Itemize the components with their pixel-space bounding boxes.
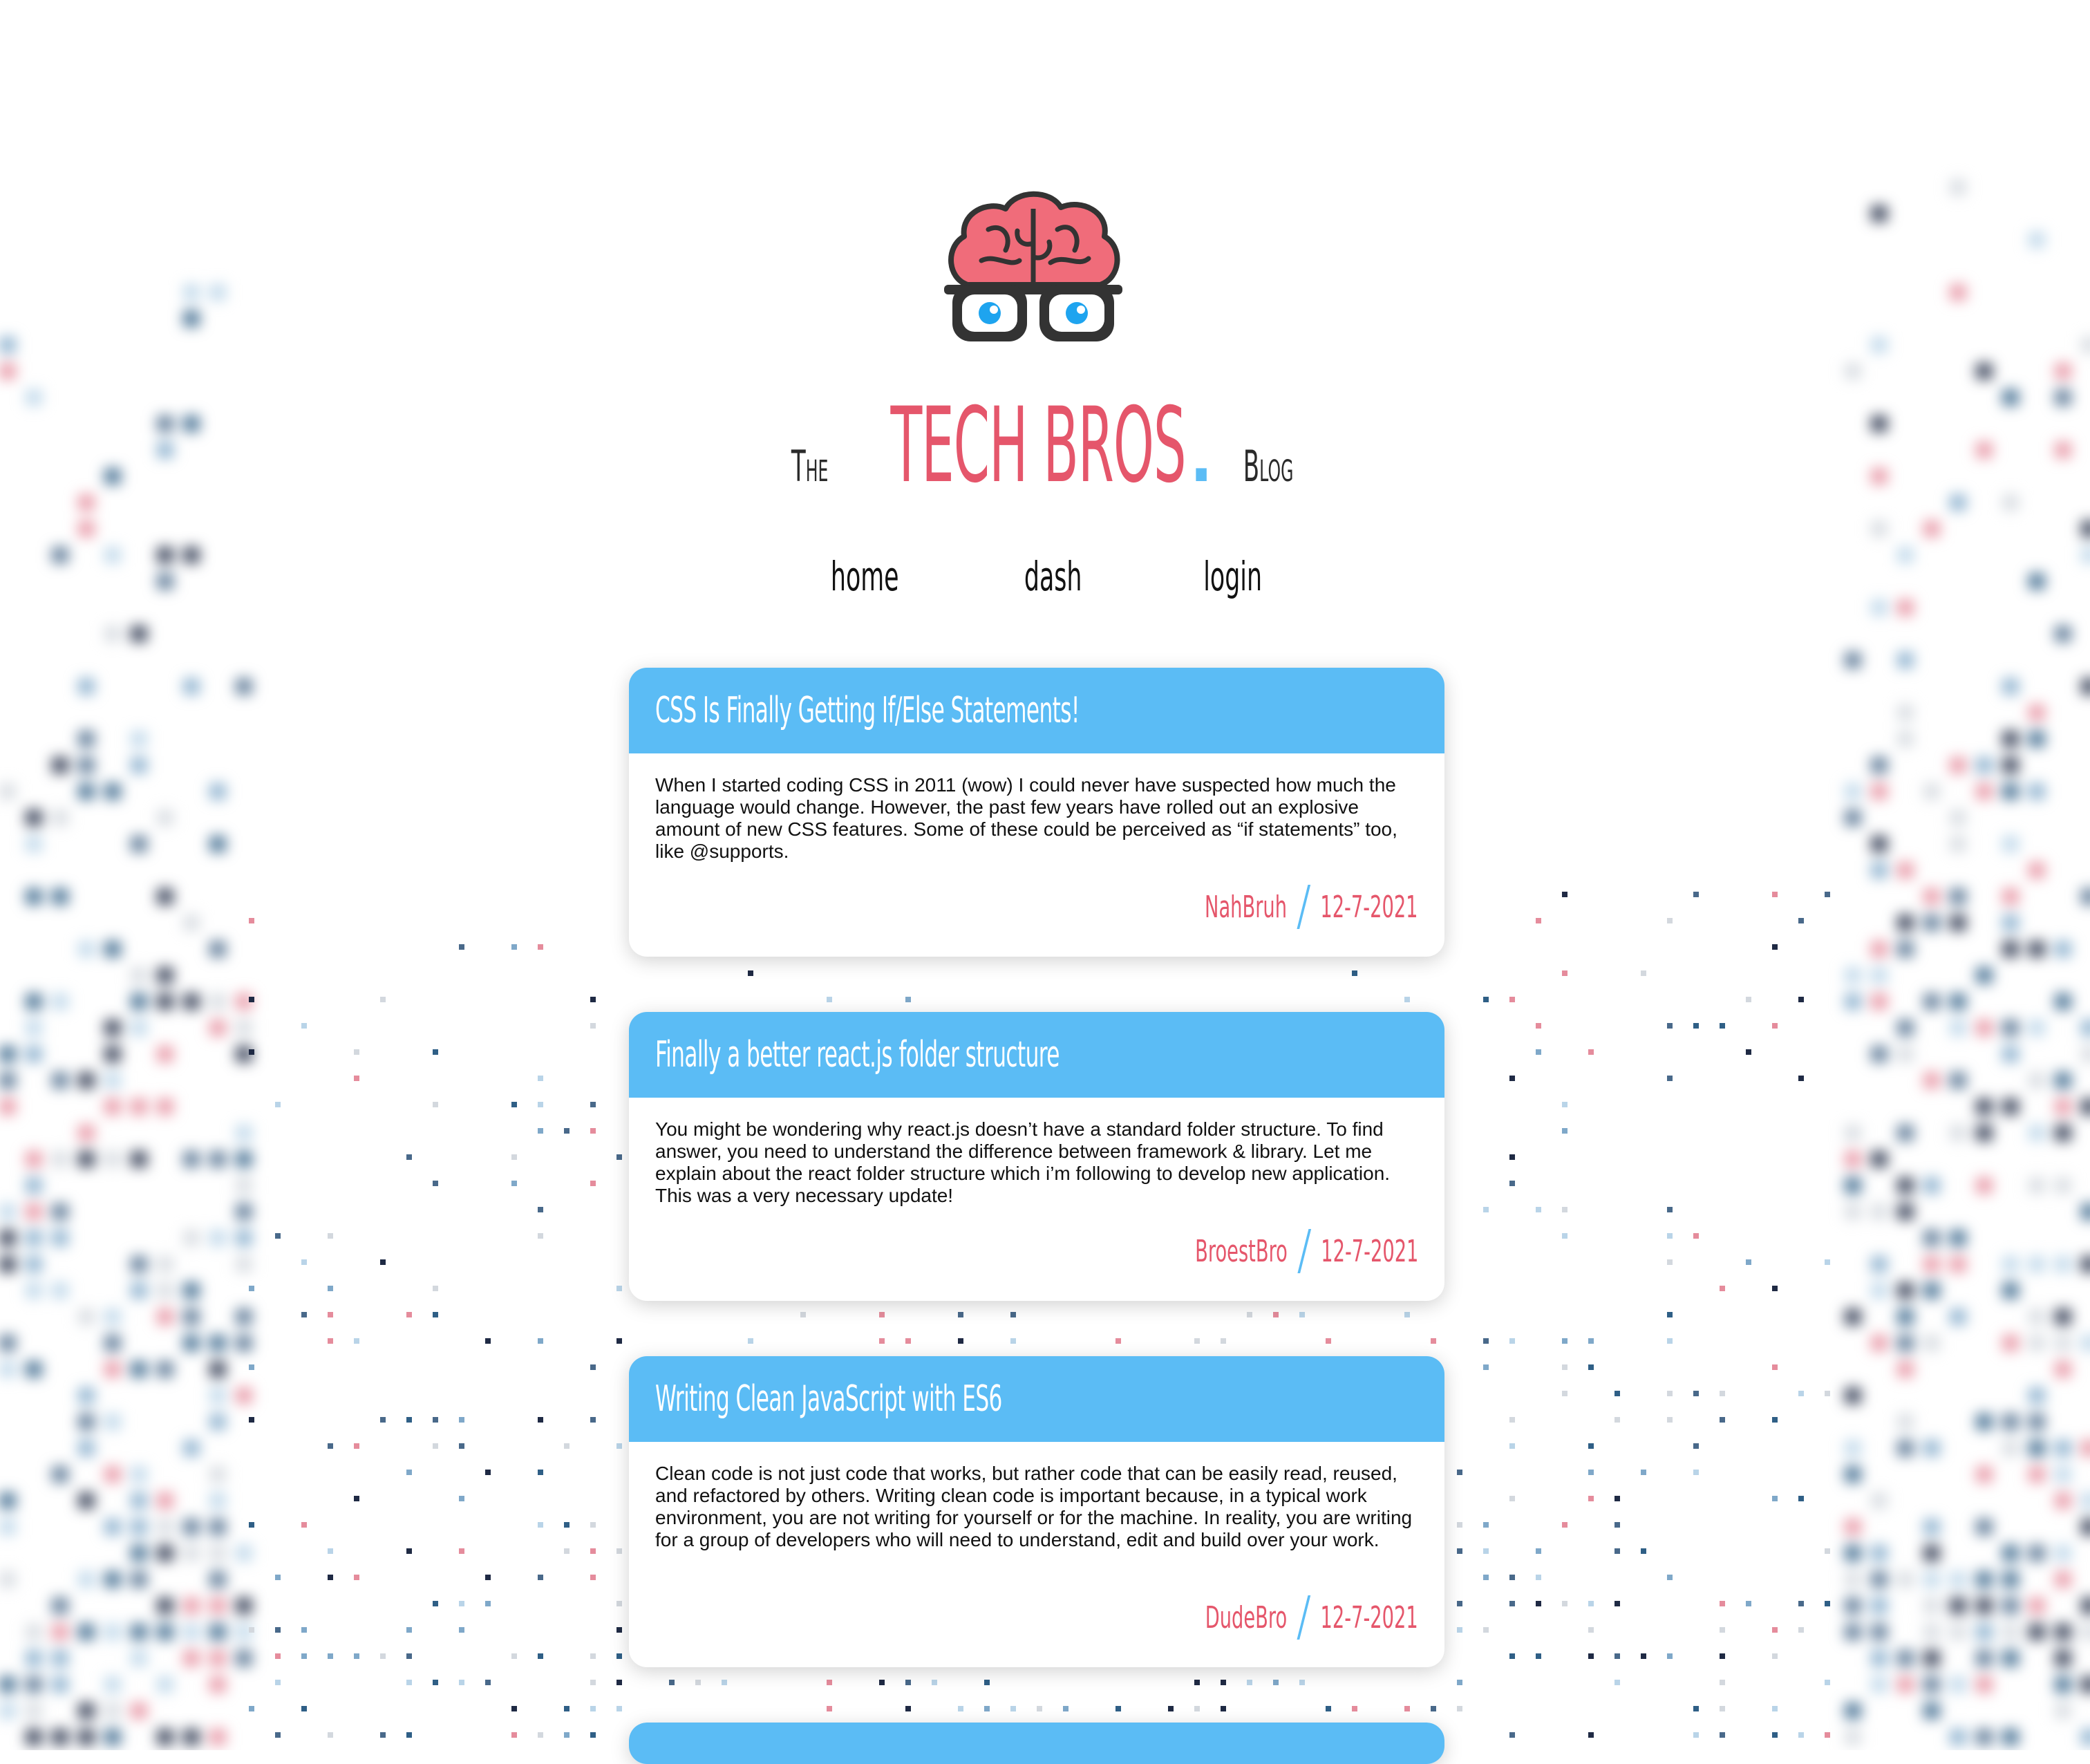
nav-login-link[interactable]: login bbox=[1203, 553, 1262, 600]
nav-dash-link[interactable]: dash bbox=[1024, 553, 1082, 600]
main-nav: home dash login bbox=[0, 553, 2090, 600]
post-author: BroestBro bbox=[1194, 1233, 1288, 1269]
post-excerpt: When I started coding CSS in 2011 (wow) … bbox=[655, 774, 1397, 862]
post-body: You might be wondering why react.js does… bbox=[629, 1098, 1444, 1229]
post-date: 12-7-2021 bbox=[1320, 1233, 1418, 1269]
meta-separator bbox=[1297, 1595, 1311, 1640]
page: The TECH BROS . Blog home dash login CSS… bbox=[0, 0, 2090, 1764]
post-date: 12-7-2021 bbox=[1320, 1599, 1418, 1635]
post-title[interactable]: Finally a better react.js folder structu… bbox=[655, 1034, 1060, 1076]
post-title[interactable]: Writing Clean JavaScript with ES6 bbox=[655, 1378, 1002, 1420]
post-card[interactable]: Writing Clean JavaScript with ES6 Clean … bbox=[629, 1356, 1444, 1667]
post-card-header bbox=[629, 1723, 1444, 1764]
post-excerpt: You might be wondering why react.js does… bbox=[655, 1118, 1391, 1206]
title-main: TECH BROS bbox=[890, 386, 1187, 506]
meta-separator bbox=[1297, 1229, 1311, 1273]
post-card-partial[interactable] bbox=[629, 1723, 1444, 1764]
post-excerpt: Clean code is not just code that works, … bbox=[655, 1463, 1413, 1550]
site-title: The TECH BROS . Blog bbox=[0, 394, 2090, 498]
post-card-header: CSS Is Finally Getting If/Else Statement… bbox=[629, 668, 1444, 753]
post-date: 12-7-2021 bbox=[1320, 889, 1418, 925]
post-meta: DudeBro 12-7-2021 bbox=[629, 1595, 1444, 1667]
brain-with-glasses-icon[interactable] bbox=[940, 181, 1127, 347]
post-author: NahBruh bbox=[1205, 889, 1288, 925]
post-title[interactable]: CSS Is Finally Getting If/Else Statement… bbox=[655, 690, 1080, 731]
title-prefix: The bbox=[791, 441, 829, 491]
nav-home-link[interactable]: home bbox=[831, 553, 899, 600]
title-dot: . bbox=[1185, 386, 1218, 506]
post-card-header: Finally a better react.js folder structu… bbox=[629, 1012, 1444, 1098]
meta-separator bbox=[1297, 885, 1311, 929]
post-card[interactable]: CSS Is Finally Getting If/Else Statement… bbox=[629, 668, 1444, 957]
post-card[interactable]: Finally a better react.js folder structu… bbox=[629, 1012, 1444, 1301]
post-meta: NahBruh 12-7-2021 bbox=[629, 885, 1444, 957]
post-body: When I started coding CSS in 2011 (wow) … bbox=[629, 753, 1444, 885]
post-meta: BroestBro 12-7-2021 bbox=[629, 1229, 1444, 1301]
post-author: DudeBro bbox=[1205, 1599, 1288, 1635]
post-body: Clean code is not just code that works, … bbox=[629, 1442, 1444, 1595]
post-list: CSS Is Finally Getting If/Else Statement… bbox=[629, 668, 1444, 1764]
post-card-header: Writing Clean JavaScript with ES6 bbox=[629, 1356, 1444, 1442]
title-suffix: Blog bbox=[1243, 441, 1294, 491]
